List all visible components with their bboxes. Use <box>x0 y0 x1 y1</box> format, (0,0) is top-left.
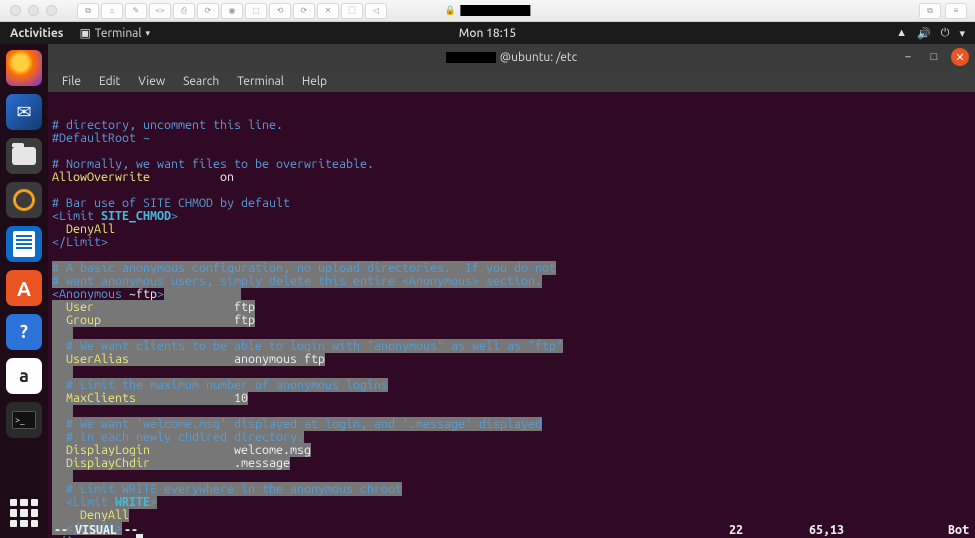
mac-toolbar-button[interactable]: ⟳ <box>197 3 219 19</box>
mac-url-badge: 🔒 <box>445 5 530 16</box>
mac-toolbar: ⧉⌂✎<>⎙⟳◉⬚⟲⟳✕⿴◁ <box>77 3 387 19</box>
menu-view[interactable]: View <box>130 73 173 90</box>
window-controls: – □ ✕ <box>899 48 969 66</box>
system-tray[interactable]: ▲ 🔊 ⏻ ▾ <box>896 27 965 40</box>
dock-libreoffice-writer[interactable] <box>6 226 42 262</box>
mac-toolbar-button[interactable]: ⬚ <box>245 3 267 19</box>
vim-scroll-pos: Bot <box>889 524 969 537</box>
window-title: @ubuntu: /etc <box>500 51 577 64</box>
editor-line: </Limit> <box>52 236 971 249</box>
dock-files[interactable] <box>6 138 42 174</box>
window-menubar: FileEditViewSearchTerminalHelp <box>48 70 975 92</box>
menu-help[interactable]: Help <box>294 73 335 90</box>
editor-viewport[interactable]: # directory, uncomment this line.#Defaul… <box>48 92 975 538</box>
terminal-icon: ▣ <box>79 26 90 40</box>
dock: ✉ A ? a >_ <box>0 44 48 538</box>
lock-icon: 🔒 <box>445 5 456 16</box>
show-applications-icon[interactable] <box>7 496 41 530</box>
mac-toolbar-button[interactable]: ⎙ <box>173 3 195 19</box>
zoom-window-icon[interactable] <box>46 5 57 16</box>
mac-right-controls: ⧉≡ <box>919 3 967 19</box>
redacted-user <box>446 52 496 63</box>
mac-toolbar-button[interactable]: ⌂ <box>101 3 123 19</box>
vim-mode: -- VISUAL -- <box>54 524 138 537</box>
gnome-topbar: Activities ▣ Terminal ▾ Mon 18:15 ▲ 🔊 ⏻ … <box>0 22 975 44</box>
volume-icon[interactable]: 🔊 <box>917 27 931 40</box>
editor-line: <Limit SITE_CHMOD> <box>52 210 971 223</box>
vim-line-count: 22 <box>729 524 809 537</box>
editor-line: DenyAll <box>52 223 971 236</box>
vim-cursor-pos: 65,13 <box>809 524 889 537</box>
mac-toolbar-button[interactable]: ✕ <box>317 3 339 19</box>
editor-line: DisplayChdir .message <box>52 457 971 470</box>
traffic-lights <box>0 5 57 16</box>
mac-toolbar-button[interactable]: ⟲ <box>269 3 291 19</box>
mac-toolbar-button[interactable]: ✎ <box>125 3 147 19</box>
dock-rhythmbox[interactable] <box>6 182 42 218</box>
menu-file[interactable]: File <box>54 73 89 90</box>
editor-line: # Limit WRITE everywhere in the anonymou… <box>52 483 971 496</box>
clock[interactable]: Mon 18:15 <box>459 27 516 40</box>
minimize-button[interactable]: – <box>899 48 917 66</box>
window-titlebar[interactable]: @ubuntu: /etc – □ ✕ <box>48 44 975 70</box>
activities-button[interactable]: Activities <box>0 27 73 40</box>
mac-right-button[interactable]: ≡ <box>945 3 967 19</box>
vim-statusline: -- VISUAL -- 22 65,13 Bot <box>48 523 975 538</box>
editor-line: # directory, uncomment this line. <box>52 119 971 132</box>
close-button[interactable]: ✕ <box>951 48 969 66</box>
power-icon[interactable]: ⏻ <box>941 27 950 40</box>
mac-toolbar-button[interactable]: ◉ <box>221 3 243 19</box>
mac-toolbar-button[interactable]: ⟳ <box>293 3 315 19</box>
mac-toolbar-button[interactable]: ⧉ <box>77 3 99 19</box>
dock-ubuntu-software[interactable]: A <box>6 270 42 306</box>
network-icon[interactable]: ▲ <box>896 27 907 40</box>
editor-line: UserAlias anonymous ftp <box>52 353 971 366</box>
mac-toolbar-button[interactable]: ◁ <box>365 3 387 19</box>
chevron-down-icon[interactable]: ▾ <box>959 27 965 40</box>
mac-right-button[interactable]: ⧉ <box>919 3 941 19</box>
menu-terminal[interactable]: Terminal <box>229 73 292 90</box>
chevron-down-icon: ▾ <box>146 28 151 39</box>
close-window-icon[interactable] <box>10 5 21 16</box>
editor-line: #DefaultRoot ~ <box>52 132 971 145</box>
editor-line: AllowOverwrite on <box>52 171 971 184</box>
editor-line: # Bar use of SITE CHMOD by default <box>52 197 971 210</box>
app-menu-label: Terminal <box>95 27 142 40</box>
menu-search[interactable]: Search <box>175 73 227 90</box>
editor-line: DenyAll <box>52 509 971 522</box>
terminal-window: @ubuntu: /etc – □ ✕ FileEditViewSearchTe… <box>48 44 975 538</box>
app-menu-terminal[interactable]: ▣ Terminal ▾ <box>73 26 156 40</box>
menu-edit[interactable]: Edit <box>91 73 128 90</box>
mac-toolbar-button[interactable]: ⿴ <box>341 3 363 19</box>
dock-thunderbird[interactable]: ✉ <box>6 94 42 130</box>
editor-line: <Limit WRITE> <box>52 496 971 509</box>
redacted-url <box>460 5 530 16</box>
mac-toolbar-button[interactable]: <> <box>149 3 171 19</box>
maximize-button[interactable]: □ <box>925 48 943 66</box>
dock-amazon[interactable]: a <box>6 358 42 394</box>
minimize-window-icon[interactable] <box>28 5 39 16</box>
dock-help[interactable]: ? <box>6 314 42 350</box>
editor-line: MaxClients 10 <box>52 392 971 405</box>
editor-line: Group ftp <box>52 314 971 327</box>
dock-firefox[interactable] <box>6 50 42 86</box>
mac-titlebar: ⧉⌂✎<>⎙⟳◉⬚⟲⟳✕⿴◁ 🔒 ⧉≡ <box>0 0 975 22</box>
desktop: ✉ A ? a >_ @ubuntu: /etc – □ ✕ FileEditV… <box>0 44 975 538</box>
dock-terminal[interactable]: >_ <box>6 402 42 438</box>
